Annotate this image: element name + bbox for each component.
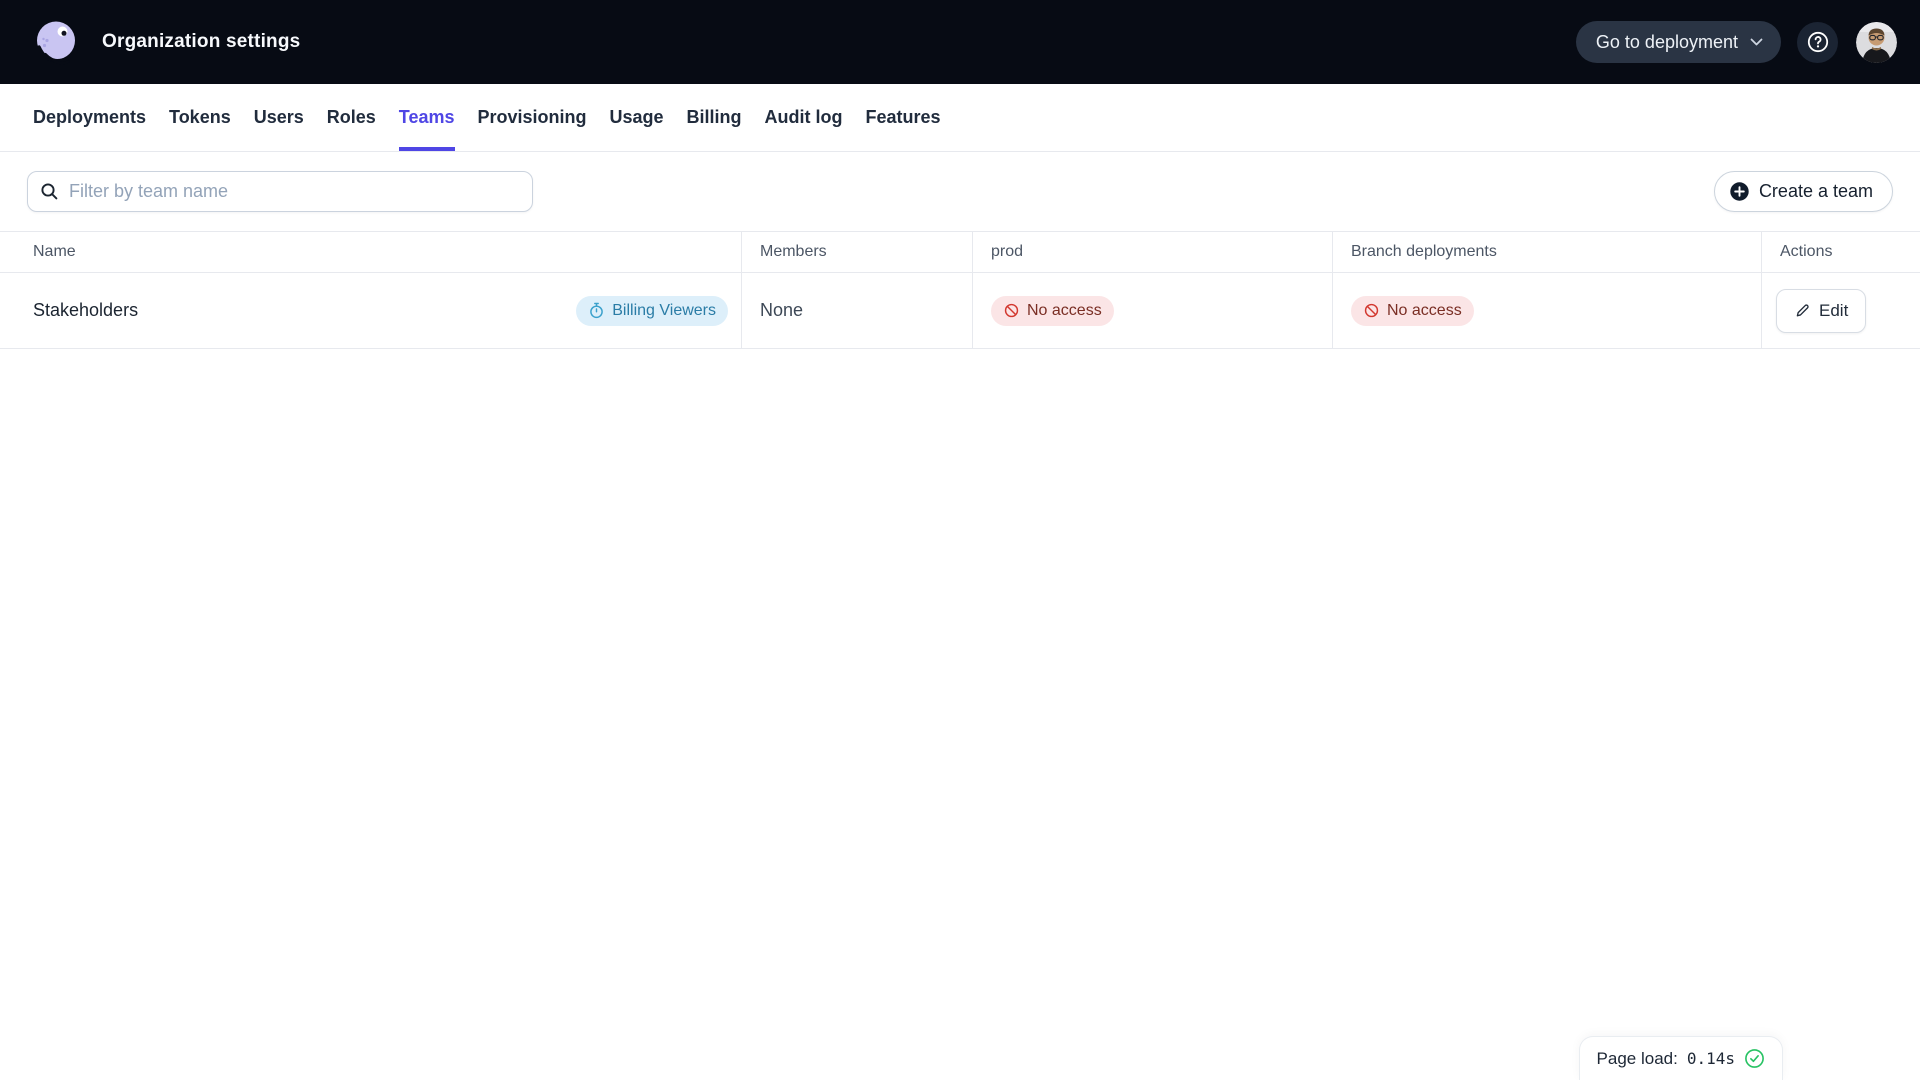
go-to-deployment-button[interactable]: Go to deployment (1575, 21, 1781, 63)
members-cell: None (741, 273, 972, 348)
page-load-widget: Page load: 0.14s (1578, 1036, 1783, 1080)
team-name-cell: Stakeholders Billing Viewers (0, 273, 741, 348)
chevron-down-icon (1750, 38, 1763, 46)
prohibited-circle-icon (1363, 302, 1380, 319)
tab-users[interactable]: Users (254, 84, 304, 151)
top-header-bar: Organization settings Go to deployment (0, 0, 1920, 84)
question-mark-circle-icon (1806, 30, 1830, 54)
no-access-badge: No access (1351, 295, 1474, 326)
user-avatar[interactable] (1856, 21, 1897, 63)
edit-team-button[interactable]: Edit (1776, 288, 1867, 333)
tab-audit-log[interactable]: Audit log (765, 84, 843, 151)
team-name: Stakeholders (33, 300, 139, 320)
actions-cell: Edit (1761, 273, 1920, 348)
column-header-members: Members (741, 232, 972, 272)
tab-tokens[interactable]: Tokens (169, 84, 231, 151)
teams-toolbar: Create a team (0, 171, 1920, 212)
billing-viewers-label: Billing Viewers (612, 301, 716, 319)
no-access-label: No access (1387, 301, 1462, 319)
pencil-icon (1794, 302, 1811, 319)
billing-viewers-badge: Billing Viewers (576, 295, 728, 326)
page-title: Organization settings (102, 31, 301, 52)
tab-billing[interactable]: Billing (687, 84, 742, 151)
tab-teams[interactable]: Teams (398, 84, 455, 151)
filter-by-team-name-input[interactable] (27, 171, 533, 212)
settings-tab-bar: Deployments Tokens Users Roles Teams Pro… (0, 84, 1920, 152)
tab-usage[interactable]: Usage (610, 84, 664, 151)
column-header-actions: Actions (1761, 232, 1920, 272)
no-access-label: No access (1027, 301, 1102, 319)
teams-table: Name Members prod Branch deployments Act… (0, 231, 1920, 349)
column-header-branch-deployments: Branch deployments (1332, 232, 1761, 272)
page-load-value: 0.14s (1686, 1049, 1735, 1068)
team-filter (27, 171, 533, 212)
table-header-row: Name Members prod Branch deployments Act… (0, 231, 1920, 273)
table-row: Stakeholders Billing Viewers None No acc… (0, 273, 1920, 349)
edit-label: Edit (1819, 300, 1849, 320)
help-button[interactable] (1797, 21, 1838, 63)
check-circle-icon (1744, 1048, 1765, 1069)
create-team-label: Create a team (1758, 181, 1873, 201)
tab-roles[interactable]: Roles (327, 84, 376, 151)
stopwatch-icon (588, 302, 605, 319)
tab-deployments[interactable]: Deployments (33, 84, 146, 151)
tab-features[interactable]: Features (866, 84, 941, 151)
page-load-label: Page load: (1596, 1048, 1678, 1068)
branch-deployments-access-cell: No access (1332, 273, 1761, 348)
go-to-deployment-label: Go to deployment (1595, 31, 1738, 52)
organization-settings-page: Organization settings Go to deployment D… (0, 0, 1920, 1080)
tab-provisioning[interactable]: Provisioning (478, 84, 587, 151)
plus-circle-icon (1729, 181, 1750, 202)
prohibited-circle-icon (1003, 302, 1020, 319)
no-access-badge: No access (991, 295, 1114, 326)
octopus-logo-icon[interactable] (32, 18, 80, 66)
prod-access-cell: No access (972, 273, 1332, 348)
create-team-button[interactable]: Create a team (1713, 171, 1893, 212)
column-header-prod: prod (972, 232, 1332, 272)
column-header-name: Name (33, 243, 76, 260)
